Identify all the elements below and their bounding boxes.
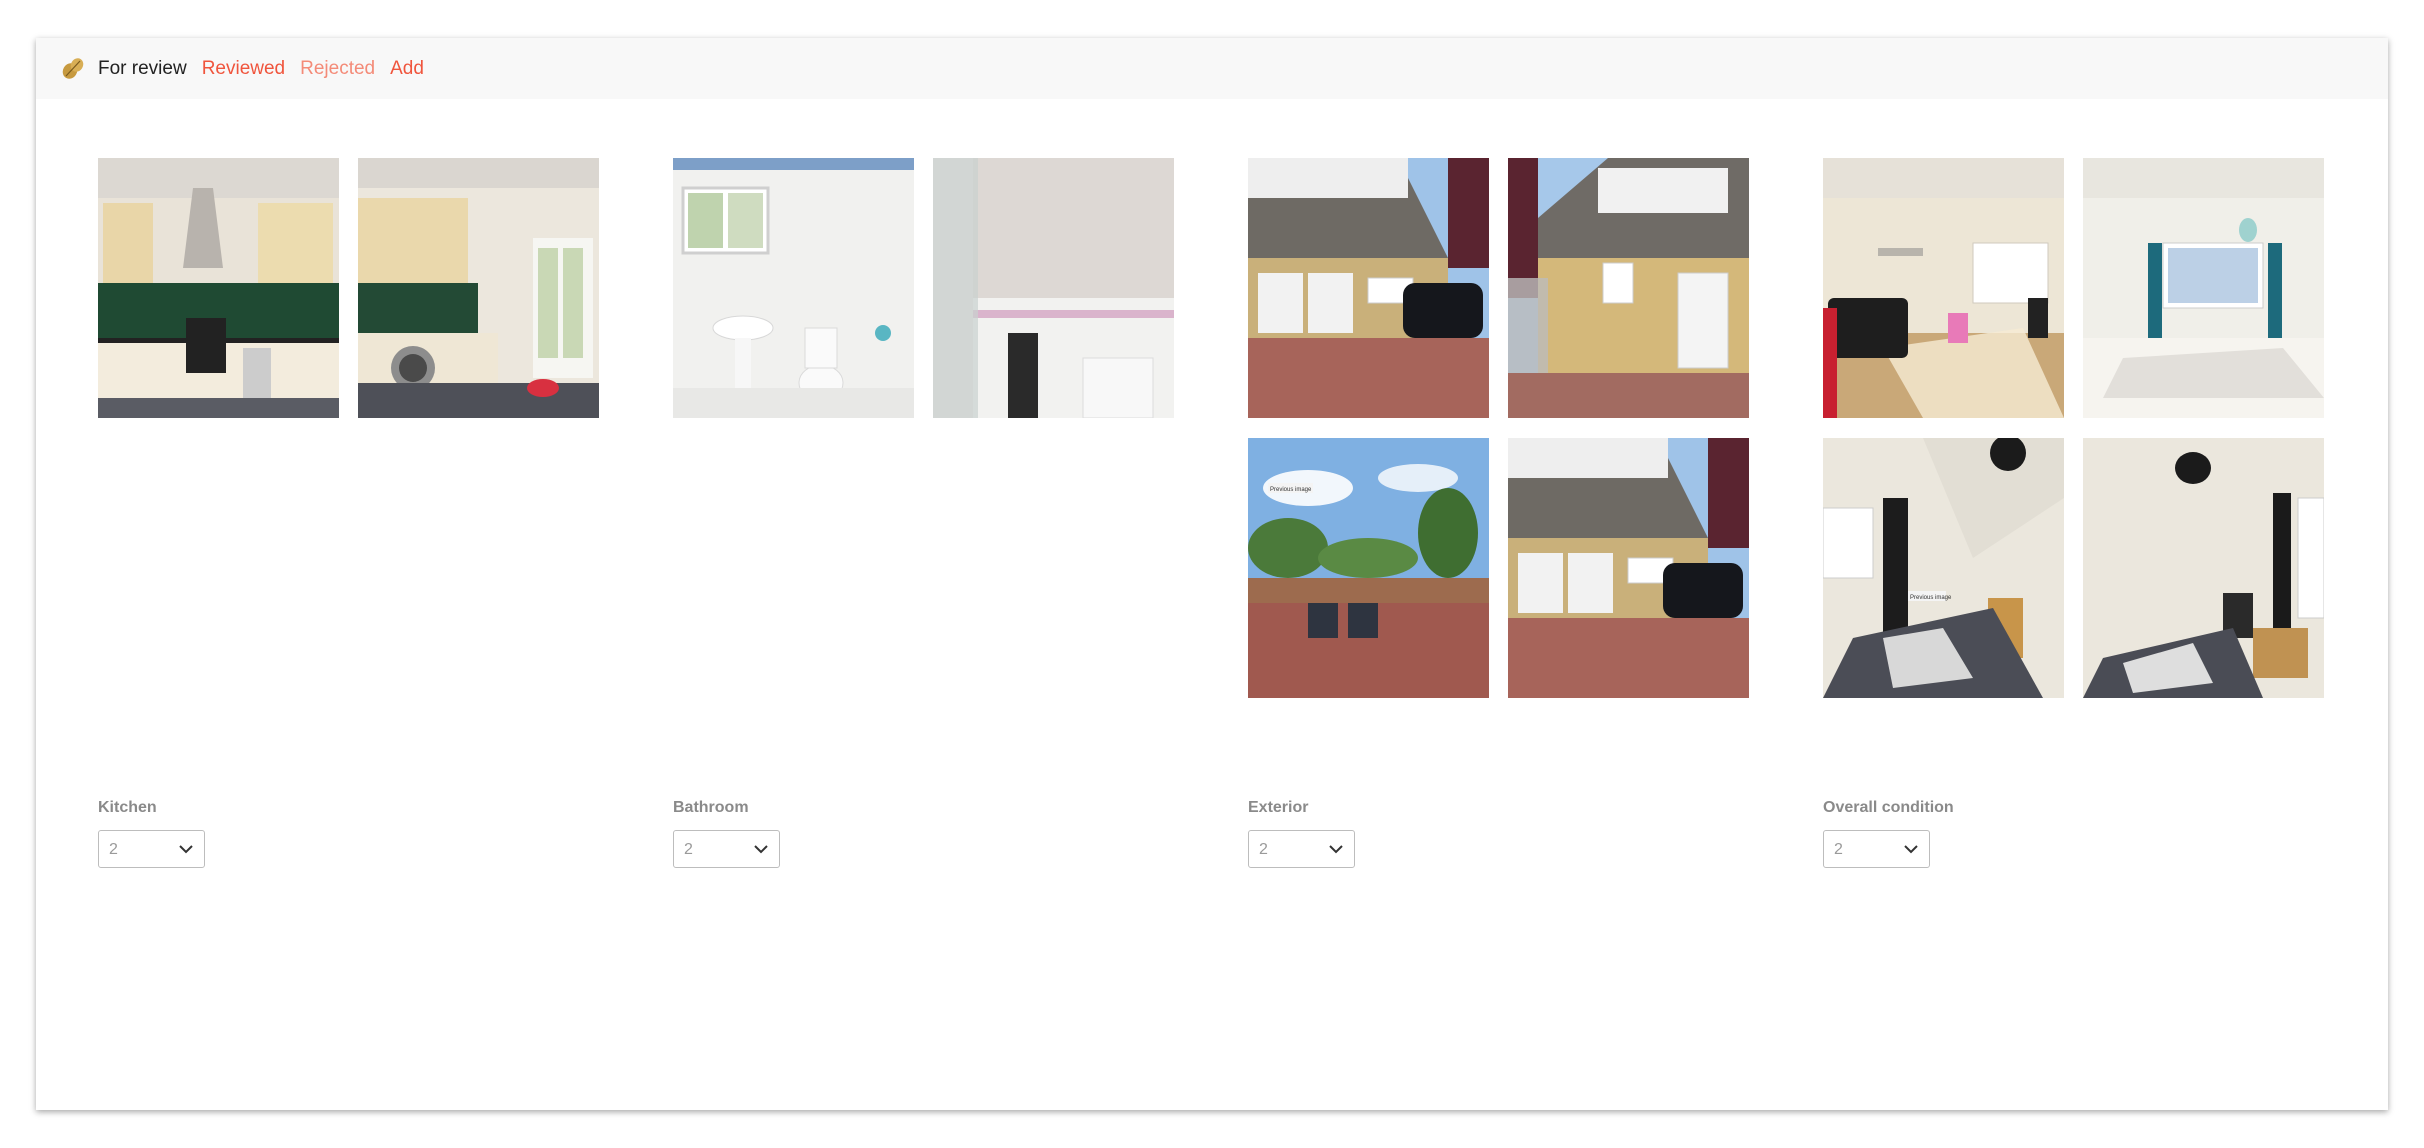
kitchen-photo[interactable]: [358, 158, 599, 418]
nav-reviewed[interactable]: Reviewed: [202, 58, 285, 80]
bedroom-photo[interactable]: Previous image: [1823, 438, 2064, 698]
bedroom-photo-caption: Previous image: [1910, 595, 1952, 601]
kitchen-photo[interactable]: [98, 158, 339, 418]
exterior-label: Exterior: [1248, 799, 1309, 816]
house-rear-photo[interactable]: [1508, 158, 1749, 418]
chevron-down-icon: [1904, 845, 1918, 854]
overall-condition-rating-select[interactable]: 2: [1823, 830, 1930, 868]
kitchen-rating-value: 2: [109, 841, 118, 858]
overall-condition-rating-value: 2: [1834, 841, 1843, 858]
review-card: For review Reviewed Rejected Add Kitchen…: [36, 38, 2388, 1110]
top-navbar: For review Reviewed Rejected Add: [36, 38, 2388, 99]
nav-add[interactable]: Add: [390, 58, 424, 80]
kitchen-rating-select[interactable]: 2: [98, 830, 205, 868]
bathroom-photo[interactable]: [673, 158, 914, 418]
house-front-photo[interactable]: [1248, 158, 1489, 418]
house-front-photo[interactable]: [1508, 438, 1749, 698]
exterior-rating-value: 2: [1259, 841, 1268, 858]
chevron-down-icon: [754, 845, 768, 854]
living-room-photo[interactable]: [1823, 158, 2064, 418]
bedroom-photo[interactable]: [2083, 158, 2324, 418]
bathroom-label: Bathroom: [673, 799, 749, 816]
bathroom-rating-value: 2: [684, 841, 693, 858]
kitchen-label: Kitchen: [98, 799, 157, 816]
overall-condition-label: Overall condition: [1823, 799, 1954, 816]
nav-rejected[interactable]: Rejected: [300, 58, 375, 80]
peanut-logo-icon[interactable]: [60, 56, 86, 82]
garden-photo[interactable]: Previous image: [1248, 438, 1489, 698]
garden-photo-caption: Previous image: [1270, 487, 1312, 493]
chevron-down-icon: [179, 845, 193, 854]
chevron-down-icon: [1329, 845, 1343, 854]
bathroom-photo[interactable]: [933, 158, 1174, 418]
nav-for-review[interactable]: For review: [98, 58, 187, 80]
bedroom-photo[interactable]: [2083, 438, 2324, 698]
bathroom-rating-select[interactable]: 2: [673, 830, 780, 868]
exterior-rating-select[interactable]: 2: [1248, 830, 1355, 868]
